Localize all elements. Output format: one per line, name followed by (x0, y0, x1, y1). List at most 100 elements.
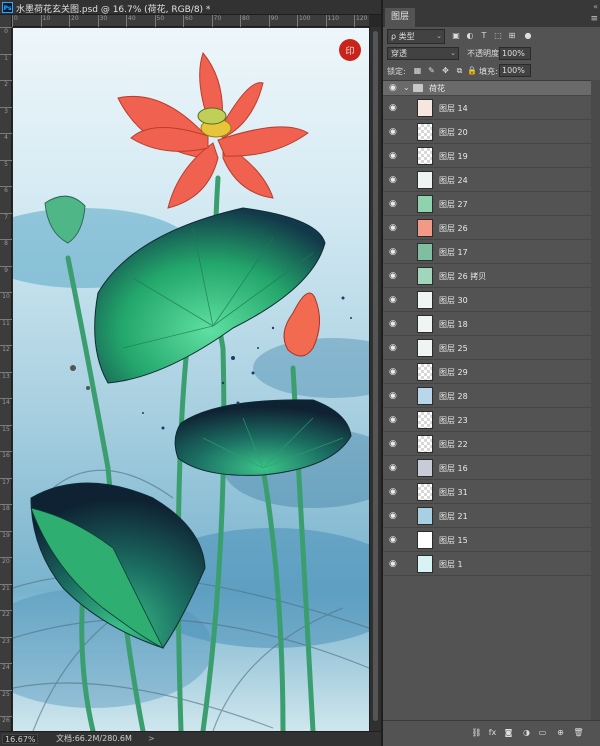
layer-row[interactable]: ◉ 图层 16 (383, 456, 591, 480)
visibility-eye-icon[interactable]: ◉ (389, 199, 399, 209)
visibility-eye-icon[interactable]: ◉ (389, 487, 399, 497)
lock-artboard-icon[interactable]: ⧉ (455, 66, 464, 75)
visibility-eye-icon[interactable]: ◉ (389, 247, 399, 257)
visibility-eye-icon[interactable]: ◉ (389, 391, 399, 401)
layer-row[interactable]: ◉ 图层 29 (383, 360, 591, 384)
tab-layers[interactable]: 图层 (385, 8, 415, 27)
visibility-eye-icon[interactable]: ◉ (389, 103, 399, 113)
ruler-v-tick: 14 (0, 398, 12, 406)
layer-thumbnail (417, 315, 433, 333)
lock-image-icon[interactable]: ✎ (427, 66, 436, 75)
zoom-level-field[interactable]: 16.67% (2, 734, 38, 744)
layers-scrollbar[interactable] (591, 80, 600, 720)
layer-thumbnail (417, 387, 433, 405)
status-menu-chevron-icon[interactable]: > (148, 734, 155, 744)
layer-row[interactable]: ◉ 图层 21 (383, 504, 591, 528)
visibility-eye-icon[interactable]: ◉ (389, 535, 399, 545)
svg-text:印: 印 (345, 45, 354, 57)
lock-position-icon[interactable]: ✥ (441, 66, 450, 75)
visibility-eye-icon[interactable]: ◉ (389, 463, 399, 473)
visibility-eye-icon[interactable]: ◉ (389, 343, 399, 353)
adjustment-icon[interactable]: ◑ (521, 727, 532, 738)
layer-row[interactable]: ◉ 图层 20 (383, 120, 591, 144)
layer-row[interactable]: ◉ 图层 15 (383, 528, 591, 552)
collapse-panel-icon[interactable]: « (593, 2, 598, 11)
scrollbar-thumb[interactable] (373, 31, 378, 721)
pixel-filter-icon[interactable]: ▣ (451, 31, 461, 41)
mask-icon[interactable]: ◙ (503, 727, 514, 738)
layer-thumbnail (417, 147, 433, 165)
visibility-eye-icon[interactable]: ◉ (389, 415, 399, 425)
ruler-v-tick: 4 (0, 133, 12, 141)
layers-panel: 图层 « ≡ ρ 类型 ⌄ ▣ ◐ T ⬚ ⊞ ● 穿透 ⌄ 不透明度: 100… (381, 0, 600, 746)
ruler-h-tick: 30 (97, 15, 107, 27)
visibility-eye-icon[interactable]: ◉ (389, 511, 399, 521)
ruler-v-tick: 22 (0, 610, 12, 618)
ruler-v-tick: 20 (0, 557, 12, 565)
visibility-eye-icon[interactable]: ◉ (389, 439, 399, 449)
fill-label: 填充: (479, 67, 498, 76)
layer-row[interactable]: ◉ 图层 27 (383, 192, 591, 216)
type-filter-icon[interactable]: T (479, 31, 489, 41)
adjustment-filter-icon[interactable]: ◐ (465, 31, 475, 41)
new-layer-icon[interactable]: ⊕ (555, 727, 566, 738)
layer-row[interactable]: ◉ 图层 14 (383, 96, 591, 120)
visibility-eye-icon[interactable]: ◉ (389, 295, 399, 305)
visibility-eye-icon[interactable]: ◉ (389, 367, 399, 377)
document-tab[interactable]: Ps 水墨荷花玄关图.psd @ 16.7% (荷花, RGB/8) * (0, 0, 381, 15)
ruler-v-tick: 9 (0, 265, 12, 274)
layer-row[interactable]: ◉ 图层 18 (383, 312, 591, 336)
layer-thumbnail (417, 435, 433, 453)
shape-filter-icon[interactable]: ⬚ (493, 31, 503, 41)
layer-name: 图层 17 (439, 248, 468, 257)
layer-row[interactable]: ◉ 图层 30 (383, 288, 591, 312)
vertical-scrollbar[interactable] (369, 27, 381, 731)
layer-group-row[interactable]: ◉ ⌄ 荷花 (383, 81, 591, 96)
filter-toggle-icon[interactable]: ● (523, 31, 533, 41)
visibility-eye-icon[interactable]: ◉ (389, 83, 399, 93)
layer-row[interactable]: ◉ 图层 1 (383, 552, 591, 576)
link-icon[interactable]: ⛓ (471, 727, 482, 738)
filter-kind-select[interactable]: ρ 类型 ⌄ (387, 29, 445, 44)
ruler-v-tick: 23 (0, 636, 12, 645)
document-size-info[interactable]: 文档:66.2M/280.6M (56, 734, 132, 744)
layer-row[interactable]: ◉ 图层 23 (383, 408, 591, 432)
fill-field[interactable]: 100% (499, 64, 531, 77)
layer-thumbnail (417, 507, 433, 525)
trash-icon[interactable]: 🗑 (573, 727, 584, 738)
folder-icon[interactable]: ▭ (537, 727, 548, 738)
blend-mode-select[interactable]: 穿透 ⌄ (387, 47, 459, 60)
lotus-painting: 印 (13, 28, 369, 731)
lock-all-icon[interactable]: 🔒 (467, 66, 477, 75)
canvas-artwork[interactable]: 印 (13, 28, 369, 731)
layer-row[interactable]: ◉ 图层 26 拷贝 (383, 264, 591, 288)
layer-name: 图层 19 (439, 152, 468, 161)
layer-row[interactable]: ◉ 图层 25 (383, 336, 591, 360)
group-expand-chevron-icon[interactable]: ⌄ (403, 83, 410, 92)
layer-thumbnail (417, 99, 433, 117)
layer-row[interactable]: ◉ 图层 19 (383, 144, 591, 168)
opacity-field[interactable]: 100% (499, 47, 531, 60)
vertical-ruler[interactable]: 0 1 2 3 4 5 6 7 8 9 10 11 12 13 14 15 16 17 18 19 20 21 22 23 24… (0, 15, 12, 731)
visibility-eye-icon[interactable]: ◉ (389, 271, 399, 281)
visibility-eye-icon[interactable]: ◉ (389, 319, 399, 329)
document-title[interactable]: 水墨荷花玄关图.psd @ 16.7% (荷花, RGB/8) * (16, 2, 210, 15)
lock-transparent-icon[interactable]: ▦ (413, 66, 422, 75)
visibility-eye-icon[interactable]: ◉ (389, 175, 399, 185)
fx-icon[interactable]: fx (487, 727, 498, 738)
smart-object-filter-icon[interactable]: ⊞ (507, 31, 517, 41)
layer-row[interactable]: ◉ 图层 22 (383, 432, 591, 456)
visibility-eye-icon[interactable]: ◉ (389, 151, 399, 161)
layer-name: 图层 26 (439, 224, 468, 233)
layer-row[interactable]: ◉ 图层 24 (383, 168, 591, 192)
panel-menu-icon[interactable]: ≡ (590, 14, 598, 24)
layer-row[interactable]: ◉ 图层 31 (383, 480, 591, 504)
horizontal-ruler[interactable]: 0 10 20 30 40 50 60 70 80 90 100 110 120 (12, 15, 369, 27)
visibility-eye-icon[interactable]: ◉ (389, 223, 399, 233)
layer-row[interactable]: ◉ 图层 17 (383, 240, 591, 264)
visibility-eye-icon[interactable]: ◉ (389, 127, 399, 137)
layer-row[interactable]: ◉ 图层 26 (383, 216, 591, 240)
visibility-eye-icon[interactable]: ◉ (389, 559, 399, 569)
layer-row[interactable]: ◉ 图层 28 (383, 384, 591, 408)
ruler-v-tick: 5 (0, 159, 12, 168)
